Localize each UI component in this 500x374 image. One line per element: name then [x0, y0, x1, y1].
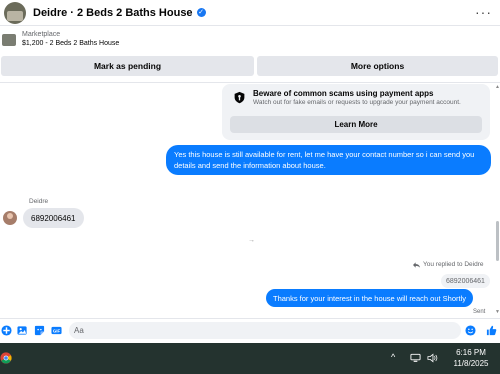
shield-icon: [234, 91, 245, 104]
listing-title: $1,200 - 2 Beds 2 Baths House: [22, 40, 120, 47]
system-clock[interactable]: 6:16 PM 11/8/2025: [446, 347, 496, 369]
plus-icon[interactable]: [1, 325, 12, 336]
reply-icon: [413, 261, 420, 268]
tray-chevron-icon[interactable]: ^: [391, 352, 395, 362]
taskbar: ^ 6:16 PM 11/8/2025: [0, 343, 500, 374]
sticker-icon[interactable]: [34, 325, 45, 336]
scroll-down-icon[interactable]: ▼: [495, 309, 500, 315]
message-input[interactable]: [69, 322, 461, 339]
incoming-message[interactable]: 6892006461: [23, 208, 84, 228]
message-status: Sent: [473, 309, 486, 315]
replied-text: You replied to Deidre: [423, 261, 484, 268]
warning-subtitle: Watch out for fake emails or requests to…: [253, 99, 461, 106]
scrollbar[interactable]: ▲ ▼: [495, 84, 500, 316]
photo-icon[interactable]: [17, 325, 28, 336]
clock-time: 6:16 PM: [456, 348, 486, 357]
gif-icon[interactable]: GIF: [51, 325, 62, 336]
conversation-header: Deidre · 2 Beds 2 Baths House ✓ ···: [0, 0, 500, 26]
replied-label: You replied to Deidre: [413, 261, 483, 268]
reply-quote[interactable]: 6892006461: [441, 274, 490, 288]
scroll-up-icon[interactable]: ▲: [495, 84, 500, 90]
learn-more-button[interactable]: Learn More: [230, 116, 482, 133]
svg-text:GIF: GIF: [53, 329, 61, 334]
listing-thumbnail: [2, 34, 16, 46]
chrome-icon[interactable]: [0, 351, 12, 365]
listing-info[interactable]: Marketplace $1,200 - 2 Beds 2 Baths Hous…: [0, 30, 500, 54]
volume-icon[interactable]: [427, 353, 438, 363]
warning-title: Beware of common scams using payment app…: [253, 89, 434, 98]
sender-name: Deidre: [29, 198, 49, 205]
more-options-icon[interactable]: ···: [475, 4, 492, 20]
thumbs-up-icon[interactable]: [486, 325, 497, 336]
outgoing-message[interactable]: Yes this house is still available for re…: [166, 145, 491, 175]
listing-text: Marketplace $1,200 - 2 Beds 2 Baths Hous…: [22, 30, 119, 49]
message-composer: GIF: [0, 318, 500, 342]
network-icon[interactable]: [410, 353, 421, 363]
clock-date: 11/8/2025: [453, 359, 489, 368]
divider-arrow: →: [248, 237, 255, 244]
emoji-icon[interactable]: [465, 325, 476, 336]
messenger-window: Deidre · 2 Beds 2 Baths House ✓ ··· Mark…: [0, 0, 500, 374]
avatar[interactable]: [4, 1, 26, 24]
divider: [0, 82, 500, 83]
mark-as-pending-button[interactable]: Mark as pending: [1, 56, 254, 76]
more-options-button[interactable]: More options: [257, 56, 498, 76]
verified-icon: ✓: [196, 8, 206, 17]
outgoing-message[interactable]: Thanks for your interest in the house wi…: [266, 289, 474, 307]
listing-source: Marketplace: [22, 31, 61, 38]
conversation-title[interactable]: Deidre · 2 Beds 2 Baths House: [33, 7, 193, 19]
scrollbar-thumb[interactable]: [496, 221, 499, 261]
sender-avatar[interactable]: [3, 211, 17, 225]
scam-warning-card: Beware of common scams using payment app…: [222, 84, 490, 140]
